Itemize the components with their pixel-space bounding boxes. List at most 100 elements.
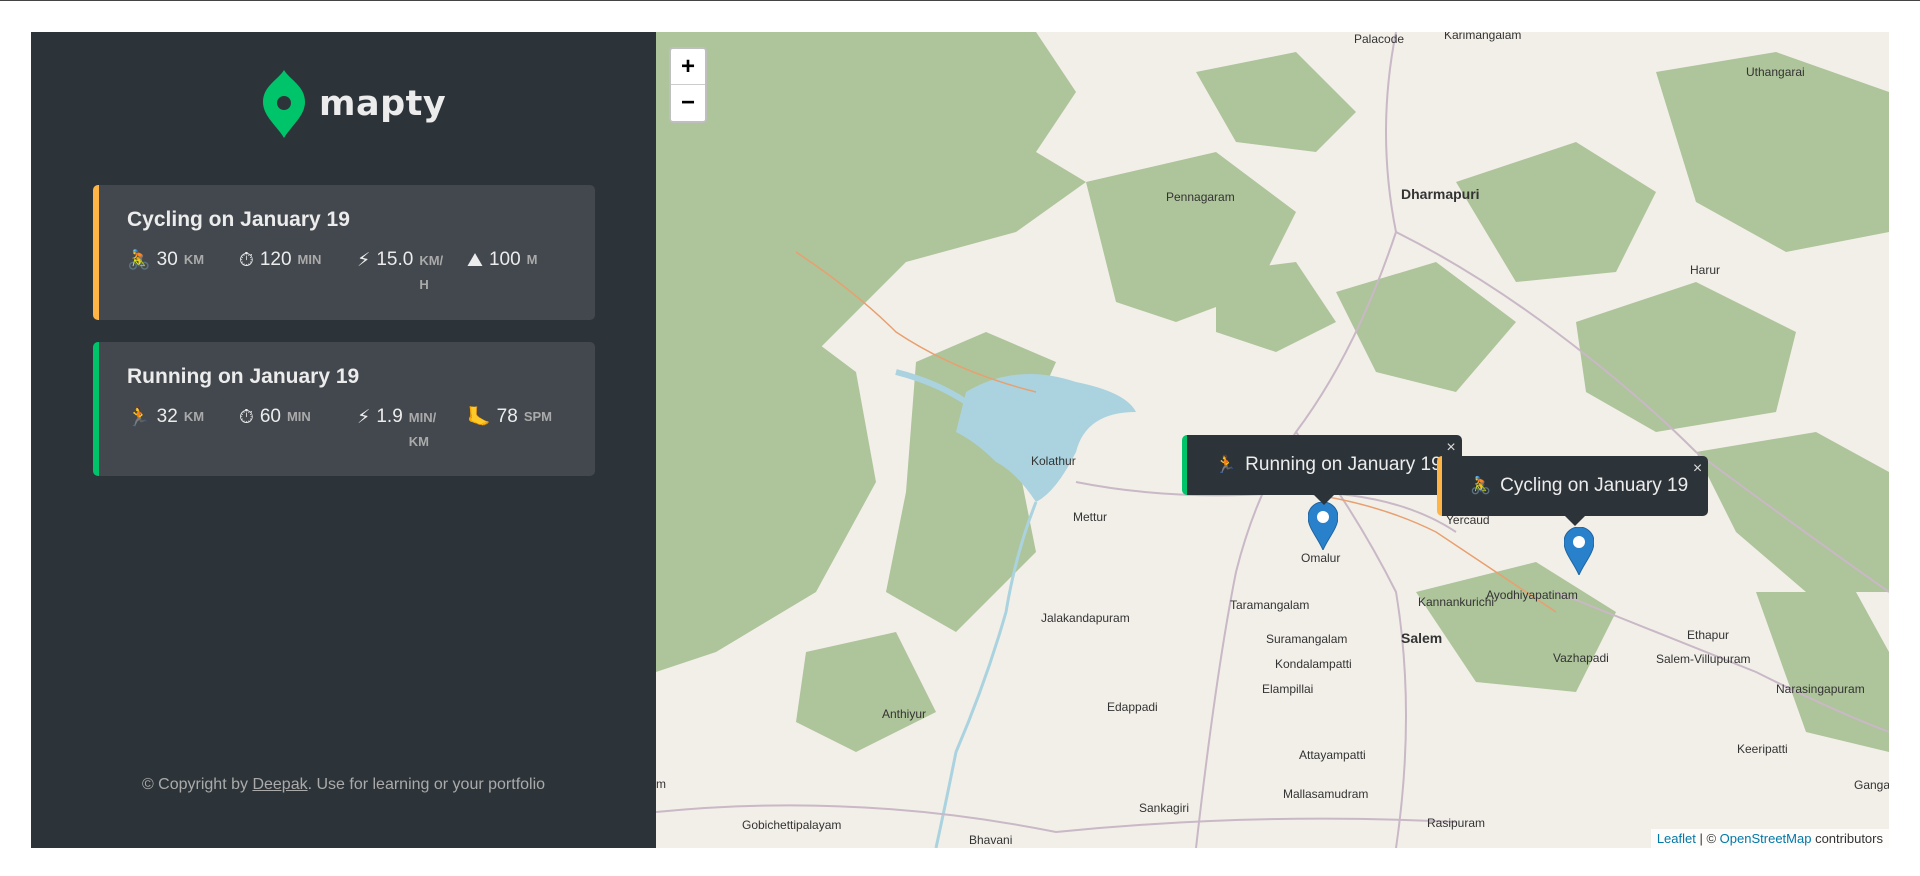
window-top-border: [0, 0, 1920, 1]
map-place-label: Uthangarai: [1746, 65, 1805, 79]
speed-detail: ⚡ 15.0 KM/H: [357, 249, 467, 297]
map-place-label: Rasipuram: [1427, 816, 1486, 830]
map-place-label: Anthiyur: [882, 707, 927, 721]
map-place-label: Bhavani: [969, 833, 1013, 847]
map-place-label: Taramangalam: [1230, 598, 1310, 612]
pace-value: 1.9: [376, 406, 403, 427]
map-place-label: Palacode: [1354, 32, 1405, 46]
map-place-label: Gangav: [1854, 778, 1889, 792]
map-attribution: Leaflet | © OpenStreetMap contributors: [1650, 829, 1889, 848]
lightning-icon: ⚡: [357, 406, 371, 428]
map-place-label: Narasingapuram: [1776, 682, 1865, 696]
cycling-popup[interactable]: 🚴 Cycling on January 19 ×: [1437, 456, 1709, 526]
logo: mapty: [263, 70, 446, 138]
zoom-control: + −: [669, 47, 707, 123]
map[interactable]: Palacode Karimangalam Uthangarai Pennaga…: [656, 32, 1889, 848]
map-place-label: Kondalampatti: [1275, 657, 1352, 671]
duration-value: 120: [259, 249, 292, 270]
copyright: © Copyright by Deepak. Use for learning …: [31, 776, 656, 794]
workout-details: 🚴 30 KM ⏱ 120 MIN ⚡ 15.0 KM/H ⛰ 100 M: [127, 249, 595, 297]
map-place-label: Kannankurichi: [1418, 595, 1495, 609]
workout-title: Running on January 19: [127, 365, 360, 388]
distance-unit: KM: [183, 252, 205, 267]
duration-detail: ⏱ 60 MIN: [239, 406, 357, 454]
map-place-label: Edappadi: [1107, 700, 1158, 714]
map-place-label: Harur: [1690, 263, 1721, 277]
copyright-prefix: © Copyright by: [141, 776, 253, 793]
workout-title: Cycling on January 19: [127, 208, 350, 231]
distance-unit: KM: [183, 409, 205, 424]
map-place-label: Omalur: [1301, 551, 1341, 565]
elevation-unit: M: [526, 252, 538, 267]
map-place-label: Mallasamudram: [1283, 787, 1369, 801]
map-place-label: Ayodhiyapatinam: [1486, 588, 1578, 602]
map-place-label: Ethapur: [1687, 628, 1730, 642]
map-place-label: Keeripatti: [1737, 742, 1788, 756]
workout-item-running[interactable]: Running on January 19 🏃 32 KM ⏱ 60 MIN ⚡: [93, 342, 595, 476]
map-place-label: Pennagaram: [1166, 190, 1235, 204]
author-link[interactable]: Deepak: [252, 776, 307, 793]
distance-detail: 🚴 30 KM: [127, 249, 239, 297]
pace-detail: ⚡ 1.9 MIN/KM: [357, 406, 467, 454]
map-place-label: Vazhapadi: [1553, 651, 1609, 665]
runner-icon: 🏃: [127, 406, 151, 428]
zoom-out-button[interactable]: −: [671, 85, 705, 121]
map-place-label: m: [656, 777, 666, 791]
stopwatch-icon: ⏱: [239, 406, 254, 428]
map-place-label: Salem: [1401, 630, 1443, 646]
map-place-label: Attayampatti: [1299, 748, 1366, 762]
map-place-label: Suramangalam: [1266, 632, 1348, 646]
workout-details: 🏃 32 KM ⏱ 60 MIN ⚡ 1.9 MIN/KM 🦶 78 SPM: [127, 406, 595, 454]
attribution-suffix: contributors: [1811, 831, 1883, 846]
close-icon[interactable]: ×: [1446, 439, 1455, 457]
app-container: mapty Cycling on January 19 🚴 30 KM ⏱ 12…: [31, 32, 1889, 848]
distance-value: 32: [156, 406, 178, 427]
popup-text: Cycling on January 19: [1500, 475, 1689, 496]
mountain-icon: ⛰: [467, 249, 483, 271]
map-place-label: Sankagiri: [1139, 801, 1190, 815]
popup-text: Running on January 19: [1245, 454, 1442, 475]
copyright-suffix: . Use for learning or your portfolio: [307, 776, 546, 793]
cadence-value: 78: [496, 406, 518, 427]
map-place-label: Jalakandapuram: [1041, 611, 1130, 625]
map-place-label: Kolathur: [1031, 454, 1076, 468]
speed-unit: KM/H: [419, 253, 444, 292]
duration-unit: MIN: [286, 409, 311, 424]
elevation-value: 100: [488, 249, 521, 270]
distance-value: 30: [156, 249, 178, 270]
cyclist-icon: 🚴: [127, 249, 151, 271]
map-place-label: Dharmapuri: [1401, 186, 1480, 202]
leaflet-link[interactable]: Leaflet: [1657, 831, 1696, 846]
speed-value: 15.0: [376, 249, 414, 270]
cyclist-icon: 🚴: [1470, 476, 1492, 495]
map-place-label: Karimangalam: [1444, 32, 1522, 42]
pace-unit: MIN/KM: [408, 410, 437, 449]
elevation-detail: ⛰ 100 M: [467, 249, 567, 297]
duration-detail: ⏱ 120 MIN: [239, 249, 357, 297]
zoom-in-button[interactable]: +: [671, 49, 705, 85]
workout-list: Cycling on January 19 🚴 30 KM ⏱ 120 MIN …: [93, 185, 595, 498]
map-place-label: Salem-Villupuram: [1656, 652, 1751, 666]
runner-icon: 🏃: [1215, 455, 1237, 474]
attribution-separator: | ©: [1695, 831, 1720, 846]
cadence-detail: 🦶 78 SPM: [467, 406, 567, 454]
map-place-label: Mettur: [1073, 510, 1108, 524]
duration-value: 60: [259, 406, 281, 427]
distance-detail: 🏃 32 KM: [127, 406, 239, 454]
map-marker-icon[interactable]: [1564, 527, 1594, 575]
running-popup[interactable]: 🏃 Running on January 19 ×: [1182, 435, 1462, 505]
map-place-label: Elampillai: [1262, 682, 1314, 696]
map-pin-logo-icon: [263, 70, 305, 138]
logo-text: mapty: [319, 84, 447, 124]
foot-icon: 🦶: [467, 406, 491, 428]
lightning-icon: ⚡: [357, 249, 371, 271]
cadence-unit: SPM: [523, 409, 552, 424]
osm-link[interactable]: OpenStreetMap: [1720, 831, 1812, 846]
sidebar: mapty Cycling on January 19 🚴 30 KM ⏱ 12…: [31, 32, 656, 848]
close-icon[interactable]: ×: [1693, 460, 1702, 478]
workout-item-cycling[interactable]: Cycling on January 19 🚴 30 KM ⏱ 120 MIN …: [93, 185, 595, 320]
stopwatch-icon: ⏱: [239, 249, 254, 271]
map-place-label: Gobichettipalayam: [742, 818, 842, 832]
duration-unit: MIN: [297, 252, 322, 267]
map-marker-icon[interactable]: [1308, 502, 1338, 550]
